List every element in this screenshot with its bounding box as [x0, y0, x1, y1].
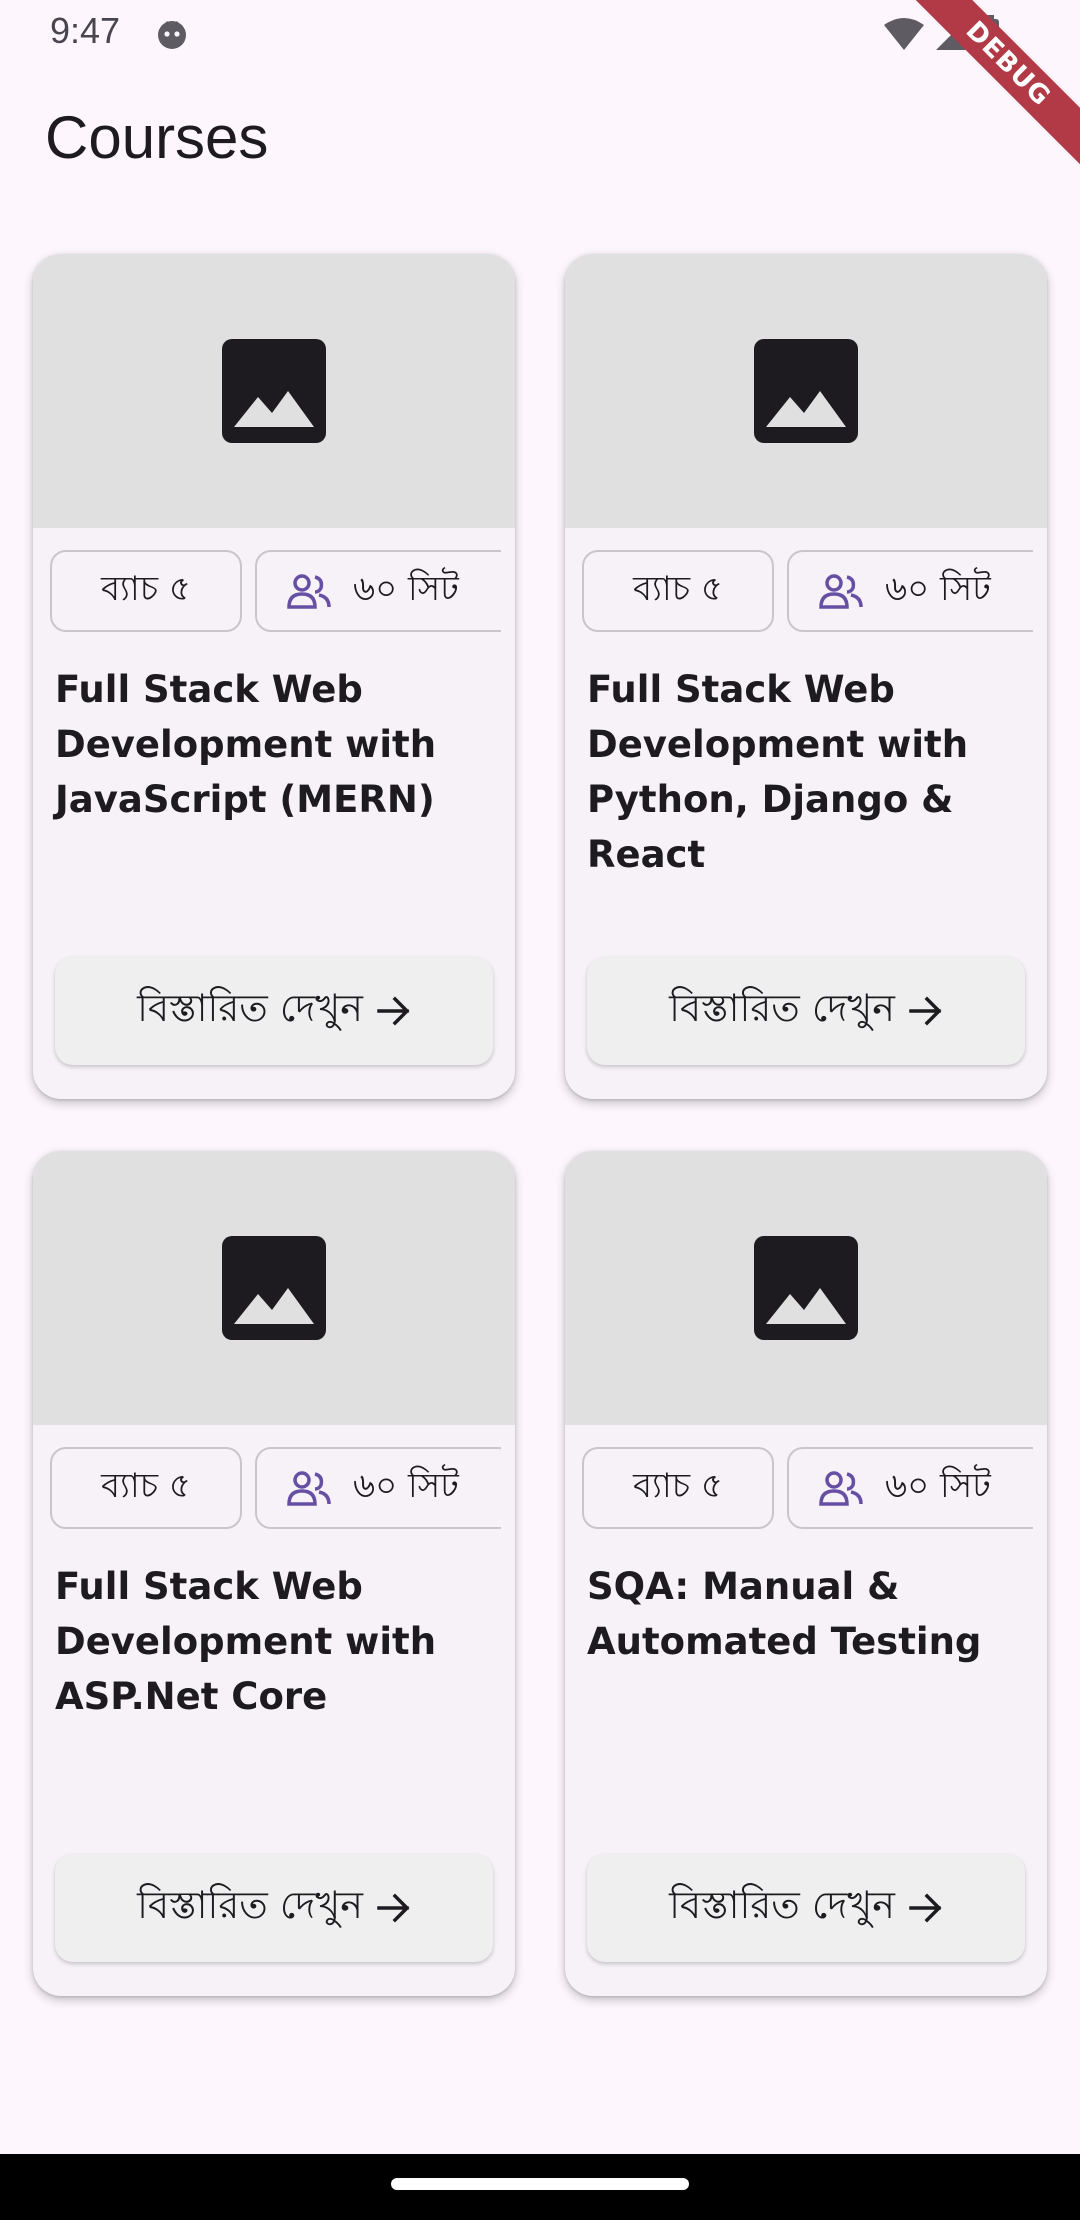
- seat-label: ৬০ সিট: [353, 568, 459, 609]
- view-details-button[interactable]: বিস্তারিত দেখুন: [587, 1854, 1025, 1962]
- batch-label: ব্যাচ ৫: [633, 568, 723, 609]
- batch-chip: ব্যাচ ৫: [50, 550, 242, 632]
- system-navigation-bar: [0, 2154, 1080, 2220]
- batch-label: ব্যাচ ৫: [633, 1465, 723, 1506]
- arrow-right-icon: [909, 996, 942, 1026]
- arrow-right-icon: [377, 1893, 410, 1923]
- course-title: SQA: Manual & Automated Testing: [587, 1565, 982, 1663]
- image-placeholder-icon: [754, 1236, 858, 1340]
- course-image-placeholder: [565, 1151, 1047, 1425]
- course-image-placeholder: [565, 254, 1047, 528]
- course-card[interactable]: ব্যাচ ৫ ৬০ সিট Full Stack Web Developmen…: [565, 254, 1047, 1099]
- arrow-right-icon: [377, 996, 410, 1026]
- course-chips: ব্যাচ ৫ ৬০ সিট: [50, 1447, 501, 1533]
- view-details-label: বিস্তারিত দেখুন: [137, 986, 363, 1030]
- image-placeholder-icon: [754, 339, 858, 443]
- course-image-placeholder: [33, 254, 515, 528]
- seat-label: ৬০ সিট: [353, 1465, 459, 1506]
- view-details-button[interactable]: বিস্তারিত দেখুন: [55, 957, 493, 1065]
- course-card[interactable]: ব্যাচ ৫ ৬০ সিট SQA: Manual & Automated T…: [565, 1151, 1047, 1996]
- batch-chip: ব্যাচ ৫: [582, 1447, 774, 1529]
- course-chips: ব্যাচ ৫ ৬০ সিট: [582, 550, 1033, 636]
- seat-chip: ৬০ সিট: [255, 550, 501, 632]
- seat-chip: ৬০ সিট: [787, 550, 1033, 632]
- seat-chip: ৬০ সিট: [255, 1447, 501, 1529]
- course-image-placeholder: [33, 1151, 515, 1425]
- people-icon: [819, 574, 863, 609]
- page-title: Courses: [45, 104, 269, 171]
- status-time: 9:47: [50, 10, 121, 51]
- batch-label: ব্যাচ ৫: [101, 568, 191, 609]
- seat-label: ৬০ সিট: [885, 1465, 991, 1506]
- batch-chip: ব্যাচ ৫: [582, 550, 774, 632]
- view-details-label: বিস্তারিত দেখুন: [137, 1883, 363, 1927]
- battery-icon: [979, 15, 999, 52]
- view-details-label: বিস্তারিত দেখুন: [669, 1883, 895, 1927]
- home-gesture-handle[interactable]: [391, 2178, 689, 2190]
- seat-label: ৬০ সিট: [885, 568, 991, 609]
- course-title: Full Stack Web Development with ASP.Net …: [55, 1565, 437, 1718]
- arrow-right-icon: [909, 1893, 942, 1923]
- batch-chip: ব্যাচ ৫: [50, 1447, 242, 1529]
- image-placeholder-icon: [222, 1236, 326, 1340]
- view-details-button[interactable]: বিস্তারিত দেখুন: [55, 1854, 493, 1962]
- batch-label: ব্যাচ ৫: [101, 1465, 191, 1506]
- signal-icon: [936, 18, 968, 50]
- view-details-label: বিস্তারিত দেখুন: [669, 986, 895, 1030]
- people-icon: [287, 574, 331, 609]
- notification-face-icon: [158, 21, 186, 49]
- course-title: Full Stack Web Development with JavaScri…: [55, 668, 437, 821]
- people-icon: [819, 1471, 863, 1506]
- view-details-button[interactable]: বিস্তারিত দেখুন: [587, 957, 1025, 1065]
- image-placeholder-icon: [222, 339, 326, 443]
- status-icons: [882, 14, 1000, 54]
- status-bar: 9:47: [0, 0, 1080, 68]
- course-chips: ব্যাচ ৫ ৬০ সিট: [50, 550, 501, 636]
- course-grid: ব্যাচ ৫ ৬০ সিট Full Stack Web Developmen…: [33, 254, 1047, 1996]
- course-title: Full Stack Web Development with Python, …: [587, 668, 969, 876]
- seat-chip: ৬০ সিট: [787, 1447, 1033, 1529]
- wifi-icon: [884, 18, 924, 50]
- course-card[interactable]: ব্যাচ ৫ ৬০ সিট Full Stack Web Developmen…: [33, 1151, 515, 1996]
- course-chips: ব্যাচ ৫ ৬০ সিট: [582, 1447, 1033, 1533]
- people-icon: [287, 1471, 331, 1506]
- course-card[interactable]: ব্যাচ ৫ ৬০ সিট Full Stack Web Developmen…: [33, 254, 515, 1099]
